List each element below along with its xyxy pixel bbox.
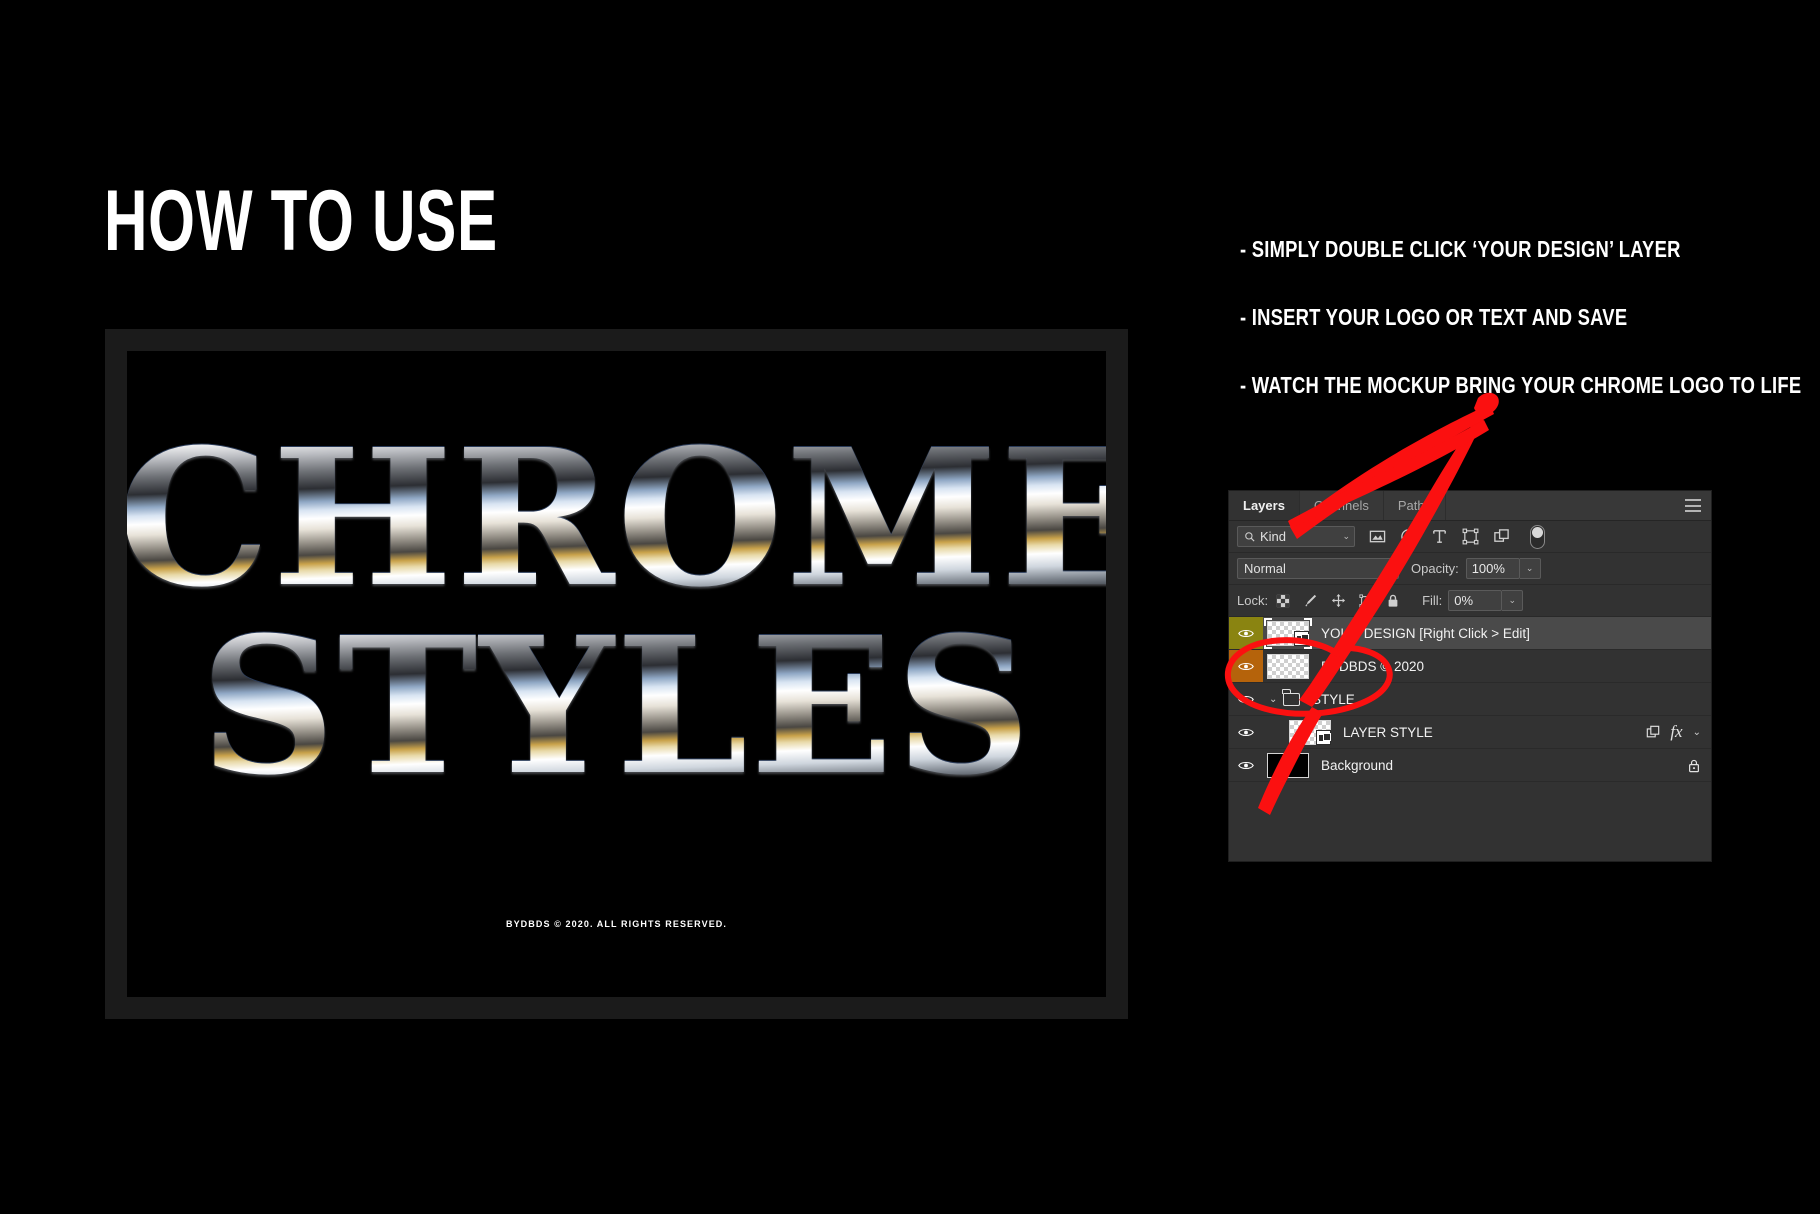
page-title: HOW TO USE bbox=[104, 173, 498, 269]
adjustment-layer-filter-icon[interactable] bbox=[1400, 528, 1417, 545]
instructions-list: - SIMPLY DOUBLE CLICK ‘YOUR DESIGN’ LAYE… bbox=[1240, 236, 1820, 440]
layer-thumbnail[interactable] bbox=[1264, 617, 1312, 649]
fx-indicator[interactable]: fx bbox=[1670, 722, 1682, 742]
layer-name: Background bbox=[1321, 757, 1394, 773]
chevron-down-icon: ⌄ bbox=[1342, 531, 1350, 541]
lock-position-icon[interactable] bbox=[1331, 593, 1346, 608]
opacity-input[interactable]: 100% bbox=[1465, 558, 1520, 579]
smart-object-badge-icon bbox=[1294, 630, 1309, 646]
layer-name: YOUR DESIGN [Right Click > Edit] bbox=[1321, 625, 1530, 641]
smart-object-filter-icon[interactable] bbox=[1493, 528, 1510, 545]
shape-layer-filter-icon[interactable] bbox=[1462, 528, 1479, 545]
filter-kind-select[interactable]: Kind ⌄ bbox=[1237, 526, 1355, 547]
layer-name: LAYER STYLE bbox=[1343, 724, 1433, 740]
panel-tab-bar: Layers Channels Paths bbox=[1229, 491, 1711, 521]
blend-mode-row: Normal ⌄ Opacity: 100% ⌄ bbox=[1229, 553, 1711, 585]
instruction-item-3: - WATCH THE MOCKUP BRING YOUR CHROME LOG… bbox=[1240, 372, 1802, 398]
lock-transparent-pixels-icon[interactable] bbox=[1276, 594, 1290, 608]
lock-all-icon[interactable] bbox=[1386, 593, 1400, 608]
chrome-text-line-1: CHROME bbox=[127, 424, 1106, 612]
chevron-down-icon: ⌄ bbox=[1386, 563, 1394, 573]
type-layer-filter-icon[interactable] bbox=[1431, 528, 1448, 545]
lock-icon-group bbox=[1276, 593, 1400, 608]
layer-visibility-cell[interactable] bbox=[1229, 617, 1263, 649]
pixel-layer-filter-icon[interactable] bbox=[1369, 528, 1386, 545]
chevron-down-icon[interactable]: ⌄ bbox=[1693, 727, 1701, 738]
lock-artboard-nesting-icon[interactable] bbox=[1359, 593, 1373, 608]
magnifier-icon bbox=[1245, 531, 1255, 542]
tab-layers[interactable]: Layers bbox=[1229, 491, 1300, 520]
layer-visibility-cell[interactable] bbox=[1229, 716, 1263, 748]
tab-paths[interactable]: Paths bbox=[1384, 491, 1447, 520]
lock-row: Lock: Fill: 0% ⌄ bbox=[1229, 585, 1711, 617]
layer-row-actions: fx ⌄ bbox=[1646, 722, 1711, 742]
layer-list: YOUR DESIGN [Right Click > Edit] BYDBDS … bbox=[1229, 617, 1711, 782]
blend-mode-value: Normal bbox=[1244, 561, 1286, 576]
fill-stepper[interactable]: ⌄ bbox=[1502, 590, 1524, 611]
photoshop-layers-panel: Layers Channels Paths Kind ⌄ Normal ⌄ Op… bbox=[1228, 490, 1712, 862]
layer-visibility-cell[interactable] bbox=[1229, 650, 1263, 682]
eye-icon[interactable] bbox=[1238, 661, 1254, 672]
filter-enable-toggle[interactable] bbox=[1530, 524, 1545, 549]
fill-label: Fill: bbox=[1422, 593, 1443, 608]
eye-icon[interactable] bbox=[1238, 694, 1254, 705]
layer-row-actions bbox=[1687, 758, 1711, 773]
layer-row-layer-style[interactable]: LAYER STYLE fx ⌄ bbox=[1229, 716, 1711, 749]
smart-filters-icon[interactable] bbox=[1646, 725, 1660, 739]
filter-type-icons bbox=[1369, 524, 1545, 549]
layer-name: BYDBDS © 2020 bbox=[1321, 658, 1424, 674]
layer-row-background[interactable]: Background bbox=[1229, 749, 1711, 782]
toggle-knob bbox=[1532, 526, 1543, 538]
layer-thumbnail[interactable] bbox=[1289, 719, 1331, 745]
lock-image-pixels-icon[interactable] bbox=[1303, 593, 1318, 608]
eye-icon[interactable] bbox=[1238, 628, 1254, 639]
opacity-label: Opacity: bbox=[1411, 561, 1459, 576]
layer-row-your-design[interactable]: YOUR DESIGN [Right Click > Edit] bbox=[1229, 617, 1711, 650]
eye-icon[interactable] bbox=[1238, 760, 1254, 771]
artwork-credit: BYDBDS © 2020. ALL RIGHTS RESERVED. bbox=[505, 919, 727, 929]
artboard-canvas: CHROME STYLES BYDBDS © 2020. ALL RIGHTS … bbox=[127, 351, 1106, 997]
smart-object-badge-icon bbox=[1316, 729, 1331, 745]
blend-mode-select[interactable]: Normal ⌄ bbox=[1237, 558, 1399, 579]
fill-input[interactable]: 0% bbox=[1448, 590, 1503, 611]
tab-channels[interactable]: Channels bbox=[1300, 491, 1384, 520]
layer-visibility-cell[interactable] bbox=[1229, 749, 1263, 781]
instruction-item-1: - SIMPLY DOUBLE CLICK ‘YOUR DESIGN’ LAYE… bbox=[1240, 236, 1681, 262]
layer-thumbnail[interactable] bbox=[1267, 653, 1309, 679]
folder-icon bbox=[1282, 688, 1300, 706]
layer-filter-row: Kind ⌄ bbox=[1229, 521, 1711, 553]
screenshot-root: HOW TO USE CHROME STYLES BYDBDS © 2020. … bbox=[0, 0, 1820, 1214]
filter-kind-label: Kind bbox=[1260, 529, 1287, 544]
hamburger-menu-icon[interactable] bbox=[1685, 499, 1701, 512]
lock-icon bbox=[1689, 759, 1699, 772]
opacity-stepper[interactable]: ⌄ bbox=[1519, 558, 1541, 579]
chevron-down-icon[interactable]: ⌄ bbox=[1269, 694, 1281, 705]
chrome-text-line-2: STYLES bbox=[127, 613, 1106, 801]
layer-row-style-group[interactable]: ⌄ STYLE bbox=[1229, 683, 1711, 716]
layer-row-bydbds[interactable]: BYDBDS © 2020 bbox=[1229, 650, 1711, 683]
layer-name: STYLE bbox=[1312, 691, 1355, 707]
instruction-item-2: - INSERT YOUR LOGO OR TEXT AND SAVE bbox=[1240, 304, 1628, 330]
chrome-artwork: CHROME STYLES bbox=[127, 424, 1106, 801]
artboard-frame: CHROME STYLES BYDBDS © 2020. ALL RIGHTS … bbox=[105, 329, 1128, 1019]
layer-visibility-cell[interactable] bbox=[1229, 683, 1263, 715]
eye-icon[interactable] bbox=[1238, 727, 1254, 738]
layer-thumbnail[interactable] bbox=[1267, 752, 1309, 778]
lock-label: Lock: bbox=[1237, 593, 1269, 608]
